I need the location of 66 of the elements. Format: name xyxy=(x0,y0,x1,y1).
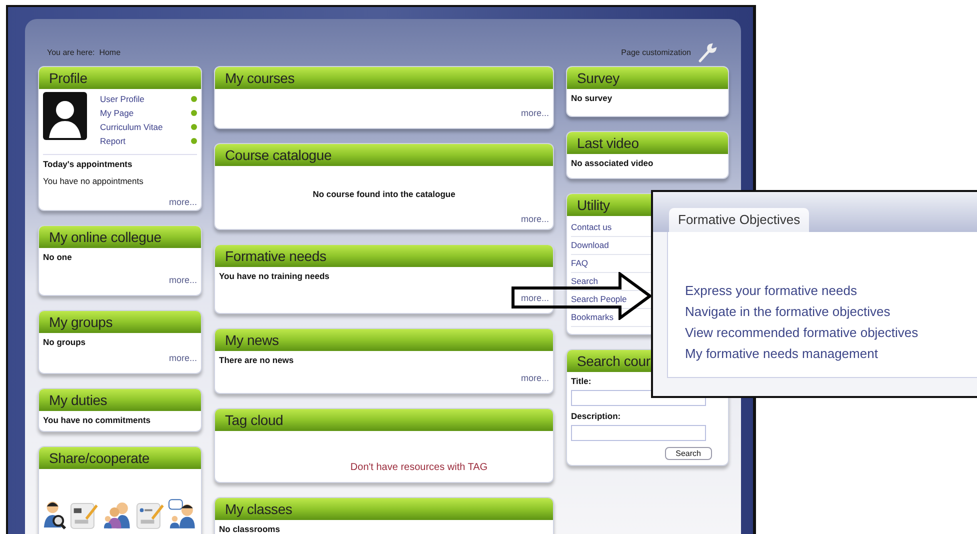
panel-title: My duties xyxy=(49,390,108,410)
profile-link[interactable]: Report xyxy=(100,134,126,148)
person-search-icon[interactable] xyxy=(43,500,66,530)
bullet-icon xyxy=(191,96,197,102)
panel-text: No associated video xyxy=(571,157,654,170)
page-customization-link[interactable]: Page customization xyxy=(621,47,691,59)
profile-link[interactable]: My Page xyxy=(100,106,134,120)
breadcrumb: You are here: Home xyxy=(47,47,121,59)
more-link[interactable]: more... xyxy=(168,274,197,287)
panel-title: Profile xyxy=(49,68,88,88)
panel-title: Share/cooperate xyxy=(49,448,150,468)
utility-link[interactable]: Search xyxy=(571,275,598,288)
person-chat-icon[interactable] xyxy=(168,498,197,530)
panel-title: My groups xyxy=(49,312,113,332)
search-button[interactable]: Search xyxy=(664,446,712,460)
people-group-icon[interactable] xyxy=(102,500,132,530)
panel-title: Search cour xyxy=(577,352,650,370)
bullet-icon xyxy=(191,138,197,144)
more-link[interactable]: more... xyxy=(168,352,197,365)
panel-title: Last video xyxy=(577,134,639,152)
panel-title: My courses xyxy=(225,68,295,88)
more-link[interactable]: more... xyxy=(520,372,549,385)
utility-link[interactable]: FAQ xyxy=(571,257,588,270)
utility-link[interactable]: Contact us xyxy=(571,221,612,234)
more-link[interactable]: more... xyxy=(520,106,549,120)
objective-link[interactable]: Navigate in the formative objectives xyxy=(685,301,977,322)
panel-title: Survey xyxy=(577,68,620,88)
tab[interactable]: Formative Objectives xyxy=(669,208,810,232)
objective-link[interactable]: My formative needs management xyxy=(685,343,977,364)
panel-text: No classrooms xyxy=(219,523,281,534)
panel-title: Course catalogue xyxy=(225,146,332,165)
panel-text: No survey xyxy=(571,92,614,105)
bullet-icon xyxy=(191,124,197,130)
appointments-text: You have no appointments xyxy=(43,174,144,188)
profile-link[interactable]: User Profile xyxy=(100,92,144,106)
panel-message: Don't have resources with TAG xyxy=(349,461,489,475)
utility-link[interactable]: Search People xyxy=(571,293,627,306)
avatar-icon xyxy=(43,92,87,140)
field-label: Description: xyxy=(571,410,622,422)
more-link[interactable]: more... xyxy=(520,212,549,226)
panel-title: Tag cloud xyxy=(225,410,284,430)
document-pencil-icon[interactable] xyxy=(70,500,99,530)
arrow-icon xyxy=(511,272,653,320)
panel-text: You have no commitments xyxy=(43,414,152,427)
objective-link[interactable]: Express your formative needs xyxy=(685,280,977,301)
panel-text: There are no news xyxy=(219,354,295,367)
wrench-icon[interactable] xyxy=(697,43,717,63)
profile-link[interactable]: Curriculum Vitae xyxy=(100,120,163,134)
panel-title: My news xyxy=(225,330,279,350)
panel-title: Utility xyxy=(577,196,610,215)
panel-text: You have no training needs xyxy=(219,270,330,283)
panel-title: My online collegue xyxy=(49,228,162,247)
panel-title: Formative needs xyxy=(225,246,326,266)
panel-text: No groups xyxy=(43,336,86,349)
panel-text: No course found into the catalogue xyxy=(312,188,456,201)
more-link[interactable]: more... xyxy=(168,196,197,209)
objective-link[interactable]: View recommended formative objectives xyxy=(685,322,977,343)
appointments-heading: Today's appointments xyxy=(43,158,134,171)
bullet-icon xyxy=(191,110,197,116)
more-link[interactable]: more... xyxy=(520,292,549,305)
utility-link[interactable]: Download xyxy=(571,239,609,252)
panel-title: My classes xyxy=(225,500,292,519)
text-field[interactable] xyxy=(571,424,706,440)
field-label: Title: xyxy=(571,375,592,388)
panel-text: No one xyxy=(43,251,73,264)
utility-link[interactable]: Bookmarks xyxy=(571,311,614,324)
